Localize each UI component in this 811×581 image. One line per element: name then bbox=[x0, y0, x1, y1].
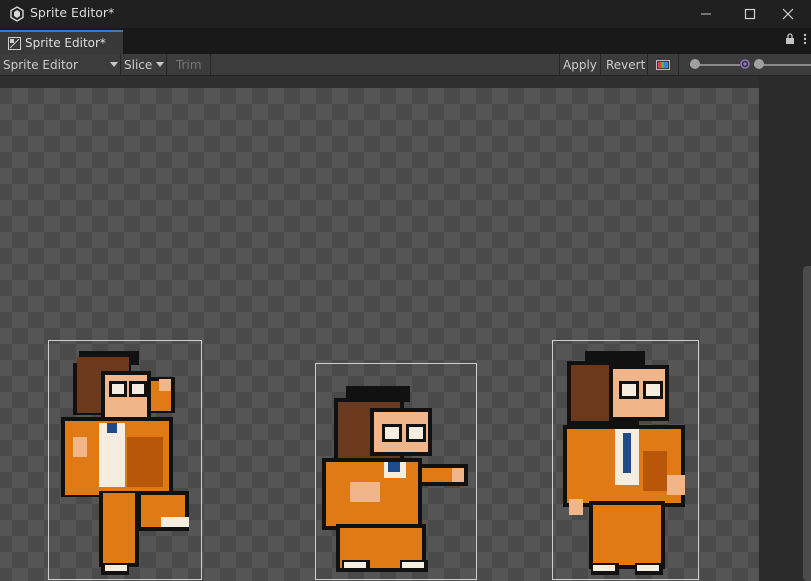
more-options-icon[interactable] bbox=[803, 33, 807, 45]
close-button[interactable] bbox=[765, 0, 811, 28]
close-icon bbox=[782, 8, 794, 20]
tab-bar: Sprite Editor* bbox=[0, 28, 811, 55]
unity-icon bbox=[10, 6, 24, 22]
sprite-character-2 bbox=[322, 386, 468, 572]
tab-label: Sprite Editor* bbox=[25, 36, 106, 50]
apply-button[interactable]: Apply bbox=[563, 54, 597, 75]
slice-label: Slice bbox=[124, 57, 153, 72]
minimize-icon bbox=[701, 13, 711, 15]
tab-sprite-editor[interactable]: Sprite Editor* bbox=[0, 30, 123, 54]
maximize-icon bbox=[744, 8, 756, 20]
lock-icon[interactable] bbox=[785, 33, 795, 45]
sprite-character-1 bbox=[61, 351, 189, 575]
revert-button[interactable]: Revert bbox=[606, 54, 645, 75]
editor-mode-dropdown[interactable]: Sprite Editor bbox=[3, 54, 118, 75]
scrollbar-thumb[interactable] bbox=[803, 266, 811, 581]
canvas-top-strip bbox=[0, 76, 759, 88]
color-channel-icon bbox=[656, 59, 670, 70]
apply-label: Apply bbox=[563, 57, 597, 72]
color-channel-toggle[interactable] bbox=[656, 54, 670, 75]
chevron-down-icon bbox=[110, 62, 118, 67]
window-titlebar: Sprite Editor* bbox=[0, 0, 811, 28]
sprite-frame-3[interactable] bbox=[552, 340, 699, 580]
sprite-editor-toolbar: Sprite Editor Slice Trim Apply Revert bbox=[0, 54, 811, 76]
trim-button[interactable]: Trim bbox=[176, 54, 202, 75]
mip-slider-knob[interactable] bbox=[754, 59, 764, 69]
zoom-slider-icon[interactable] bbox=[690, 59, 700, 69]
revert-label: Revert bbox=[606, 57, 646, 72]
slice-dropdown[interactable]: Slice bbox=[124, 54, 165, 75]
window-title: Sprite Editor* bbox=[30, 5, 115, 20]
sprite-character-3 bbox=[563, 351, 685, 575]
trim-label: Trim bbox=[176, 57, 202, 72]
sprite-frame-1[interactable] bbox=[48, 340, 202, 580]
minimize-button[interactable] bbox=[683, 0, 729, 28]
chevron-down-icon bbox=[156, 62, 165, 67]
mip-level-icon bbox=[740, 59, 750, 69]
editor-mode-label: Sprite Editor bbox=[3, 57, 78, 72]
sprite-frame-2[interactable] bbox=[315, 363, 477, 580]
sprite-editor-tab-icon bbox=[8, 36, 21, 50]
